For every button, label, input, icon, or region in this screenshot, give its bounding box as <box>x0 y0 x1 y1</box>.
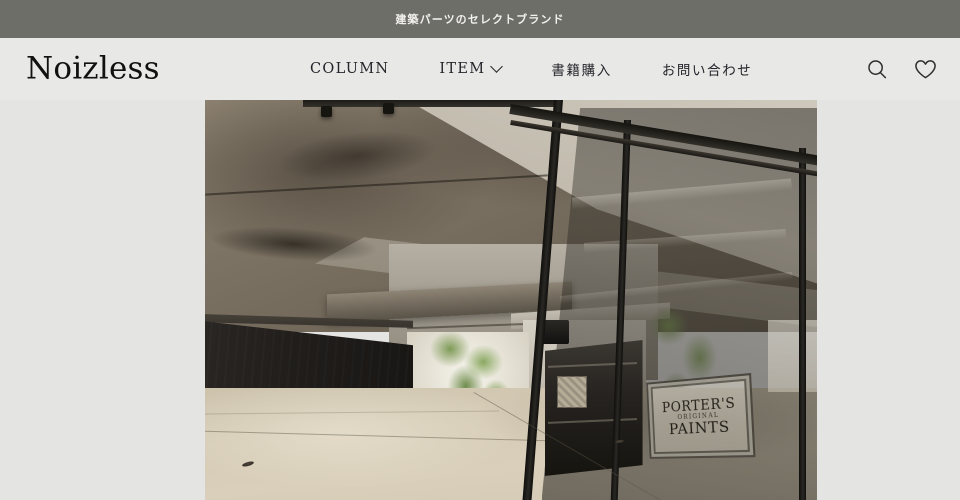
nav-item-item-label: ITEM <box>439 61 486 77</box>
nav-item-column-label: COLUMN <box>310 61 390 77</box>
sign-line-3: PAINTS <box>668 417 730 439</box>
nav-item-item[interactable]: ITEM <box>439 55 504 83</box>
exterior-light-slot <box>768 320 817 392</box>
nav-item-contact[interactable]: お問い合わせ <box>662 53 753 85</box>
spotlight-fixture <box>382 103 394 114</box>
porters-paints-sign: PORTER'S ORIGINAL PAINTS <box>645 372 756 459</box>
hero-image[interactable]: PORTER'S ORIGINAL PAINTS <box>205 100 817 500</box>
heart-icon[interactable] <box>912 56 938 82</box>
search-icon[interactable] <box>864 56 890 82</box>
announcement-bar: 建築パーツのセレクトブランド <box>0 0 960 38</box>
hero-photo-canvas: PORTER'S ORIGINAL PAINTS <box>205 100 817 500</box>
glass-mullion <box>798 148 806 500</box>
interior-shelving-unit <box>544 340 643 476</box>
nav-item-book-purchase-label: 書籍購入 <box>551 63 612 79</box>
site-header: Noizless COLUMN ITEM 書籍購入 お問い合わせ <box>0 38 960 100</box>
nav-item-column[interactable]: COLUMN <box>310 55 389 83</box>
brand-logo[interactable]: Noizless <box>26 53 160 85</box>
header-icon-group <box>864 56 938 82</box>
main-navigation: COLUMN ITEM 書籍購入 お問い合わせ <box>310 53 752 85</box>
nav-item-book-purchase[interactable]: 書籍購入 <box>551 53 611 85</box>
chevron-down-icon <box>490 59 504 73</box>
spotlight-fixture <box>320 106 332 117</box>
shelf-product-box <box>556 376 588 408</box>
announcement-text: 建築パーツのセレクトブランド <box>395 13 565 26</box>
nav-item-contact-label: お問い合わせ <box>661 63 753 79</box>
